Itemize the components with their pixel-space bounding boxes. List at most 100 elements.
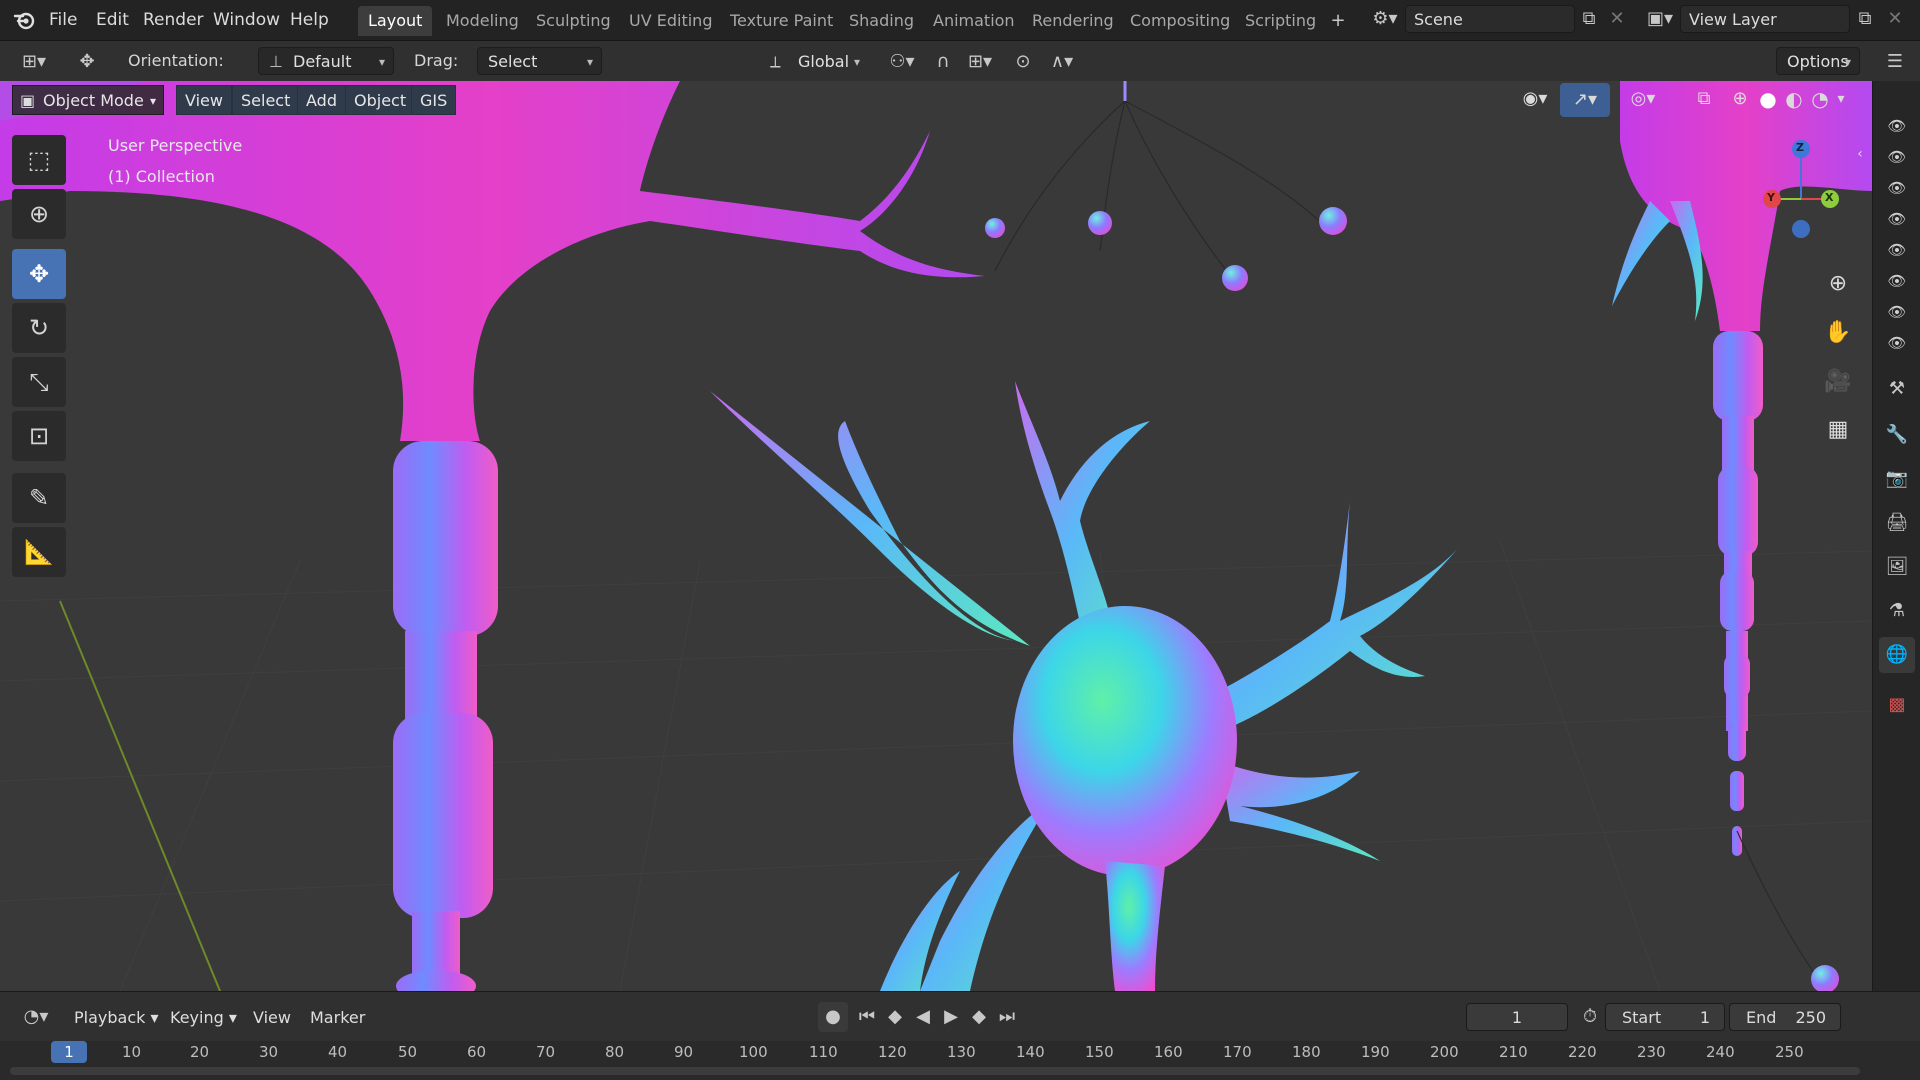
timeline-menu-marker[interactable]: Marker [310, 1004, 365, 1032]
eye-icon[interactable]: 👁 [1887, 116, 1907, 136]
tool-properties-icon[interactable]: ⚒ [1879, 371, 1915, 407]
tab-compositing[interactable]: Compositing [1120, 6, 1240, 36]
play-icon[interactable]: ▶ [936, 1002, 966, 1032]
measure-tool-icon[interactable]: 📐 [12, 527, 66, 577]
jump-end-icon[interactable]: ⏭ [992, 1002, 1022, 1032]
menu-help[interactable]: Help [290, 8, 329, 32]
view-layer-selector-icon[interactable]: ▣▾ [1640, 4, 1680, 34]
pivot-point-icon[interactable]: ⚇▾ [880, 47, 924, 77]
viewport-menu-add[interactable]: Add [297, 85, 346, 115]
timeline-scrollbar[interactable] [10, 1067, 1860, 1075]
render-properties-icon[interactable]: 📷 [1879, 461, 1915, 497]
scene-selector-icon[interactable]: ⚙▾ [1365, 4, 1405, 34]
eye-icon[interactable]: 👁 [1887, 333, 1907, 353]
menu-window[interactable]: Window [213, 8, 280, 32]
drag-dropdown[interactable]: Select Box ▾ [477, 47, 602, 99]
3d-viewport[interactable]: ▣ Object Mode ▾ View Select Add Object G… [0, 81, 1872, 991]
view-layer-properties-icon[interactable]: 🖼 [1879, 549, 1915, 585]
wrench-icon[interactable]: 🔧 [1879, 417, 1915, 453]
frame-tick: 220 [1568, 1043, 1597, 1061]
stopwatch-icon[interactable]: ⏱ [1575, 1002, 1605, 1032]
output-properties-icon[interactable]: 🖨 [1879, 505, 1915, 541]
play-reverse-icon[interactable]: ◀ [908, 1002, 938, 1032]
viewport-menu-view[interactable]: View [176, 85, 232, 115]
tab-animation[interactable]: Animation [923, 6, 1025, 36]
timeline-menu-view[interactable]: View [253, 1004, 291, 1032]
falloff-icon[interactable]: ∧▾ [1040, 47, 1084, 77]
menu-file[interactable]: File [49, 8, 77, 32]
tab-texture-paint[interactable]: Texture Paint [720, 6, 843, 36]
new-scene-icon[interactable]: ⧉ [1574, 4, 1604, 34]
new-view-layer-icon[interactable]: ⧉ [1850, 4, 1880, 34]
camera-icon[interactable]: 🎥 [1818, 362, 1858, 402]
shading-options-icon[interactable]: ▾ [1826, 81, 1856, 119]
timeline-menu-keying[interactable]: Keying ▾ [170, 1004, 237, 1032]
timeline-menu-playback[interactable]: Playback ▾ [74, 1004, 159, 1032]
transform-orientation-dropdown[interactable]: ⟂ Global ▾ [761, 47, 869, 75]
gizmo-toggle-icon[interactable]: ↗▾ [1560, 83, 1610, 117]
outliner-icon[interactable]: ☰ [1880, 47, 1910, 77]
select-box-tool-icon[interactable]: ⬚ [12, 135, 66, 185]
snap-toggle-icon[interactable]: ∩ [928, 47, 958, 77]
eye-icon[interactable]: 👁 [1887, 178, 1907, 198]
zoom-icon[interactable]: ⊕ [1818, 264, 1858, 304]
transform-tool-icon[interactable]: ⊡ [12, 411, 66, 461]
tab-rendering[interactable]: Rendering [1022, 6, 1124, 36]
menu-render[interactable]: Render [143, 8, 204, 32]
eye-icon[interactable]: 👁 [1887, 271, 1907, 291]
world-properties-icon[interactable]: 🌐 [1879, 637, 1915, 673]
record-icon[interactable]: ● [818, 1002, 848, 1032]
orientation-dropdown[interactable]: ⊥ Default ▾ [258, 47, 394, 75]
annotate-tool-icon[interactable]: ✎ [12, 473, 66, 523]
snap-target-icon[interactable]: ⊞▾ [958, 47, 1002, 77]
next-keyframe-icon[interactable]: ◆ [964, 1002, 994, 1032]
frame-start-field[interactable]: Start 1 [1605, 1003, 1725, 1031]
xray-toggle-icon[interactable]: ⧉ [1684, 81, 1724, 119]
scale-tool-icon[interactable]: ⤡ [12, 357, 66, 407]
tab-uv-editing[interactable]: UV Editing [619, 6, 722, 36]
blender-logo-icon[interactable] [12, 8, 36, 32]
editor-type-icon[interactable]: ⊞▾ [12, 47, 56, 77]
eye-icon[interactable]: 👁 [1887, 147, 1907, 167]
frame-end-field[interactable]: End 250 [1729, 1003, 1841, 1031]
delete-scene-icon[interactable]: ✕ [1602, 4, 1632, 34]
current-frame-field[interactable]: 1 [1466, 1003, 1568, 1031]
eye-icon[interactable]: 👁 [1887, 240, 1907, 260]
tab-modeling[interactable]: Modeling [436, 6, 529, 36]
cursor-tool-icon[interactable]: ⊕ [12, 189, 66, 239]
viewport-menu-object[interactable]: Object [345, 85, 416, 115]
playhead[interactable]: 1 [51, 1041, 87, 1063]
timeline-ruler[interactable]: 1 10 20 30 40 50 60 70 80 90 100 110 120… [0, 1041, 1920, 1080]
tab-shading[interactable]: Shading [839, 6, 924, 36]
scene-properties-icon[interactable]: ⚗ [1879, 593, 1915, 629]
timeline-editor-type-icon[interactable]: ◔▾ [14, 1002, 58, 1032]
tab-sculpting[interactable]: Sculpting [526, 6, 621, 36]
scene-name-field[interactable]: Scene [1405, 5, 1575, 33]
proportional-edit-icon[interactable]: ⊙ [1008, 47, 1038, 77]
add-workspace-icon[interactable]: + [1323, 6, 1353, 36]
frame-tick: 230 [1637, 1043, 1666, 1061]
texture-properties-icon[interactable]: ▩ [1879, 687, 1915, 723]
view-object-types-icon[interactable]: ◉▾ [1510, 81, 1560, 119]
options-dropdown[interactable]: Options ▾ [1776, 47, 1860, 75]
sidebar-toggle-icon[interactable]: ‹ [1850, 134, 1870, 174]
rotate-tool-icon[interactable]: ↻ [12, 303, 66, 353]
grid-icon[interactable]: ▦ [1818, 410, 1858, 450]
menu-edit[interactable]: Edit [96, 8, 129, 32]
viewport-menu-gis[interactable]: GIS [411, 85, 457, 115]
move-tool-icon[interactable]: ✥ [12, 249, 66, 299]
overlays-icon[interactable]: ◎▾ [1618, 81, 1668, 119]
view-layer-field[interactable]: View Layer [1680, 5, 1850, 33]
viewport-menu-select[interactable]: Select [232, 85, 300, 115]
mode-dropdown[interactable]: ▣ Object Mode ▾ [12, 85, 164, 115]
delete-view-layer-icon[interactable]: ✕ [1880, 4, 1910, 34]
jump-start-icon[interactable]: ⏮ [852, 1002, 882, 1032]
eye-icon[interactable]: 👁 [1887, 302, 1907, 322]
navigation-gizmo[interactable]: Z Y X [1746, 131, 1856, 241]
eye-icon[interactable]: 👁 [1887, 209, 1907, 229]
tab-layout[interactable]: Layout [358, 6, 433, 36]
frame-tick: 50 [398, 1043, 418, 1061]
pan-hand-icon[interactable]: ✋ [1818, 313, 1858, 353]
tab-scripting[interactable]: Scripting [1235, 6, 1326, 36]
prev-keyframe-icon[interactable]: ◆ [880, 1002, 910, 1032]
